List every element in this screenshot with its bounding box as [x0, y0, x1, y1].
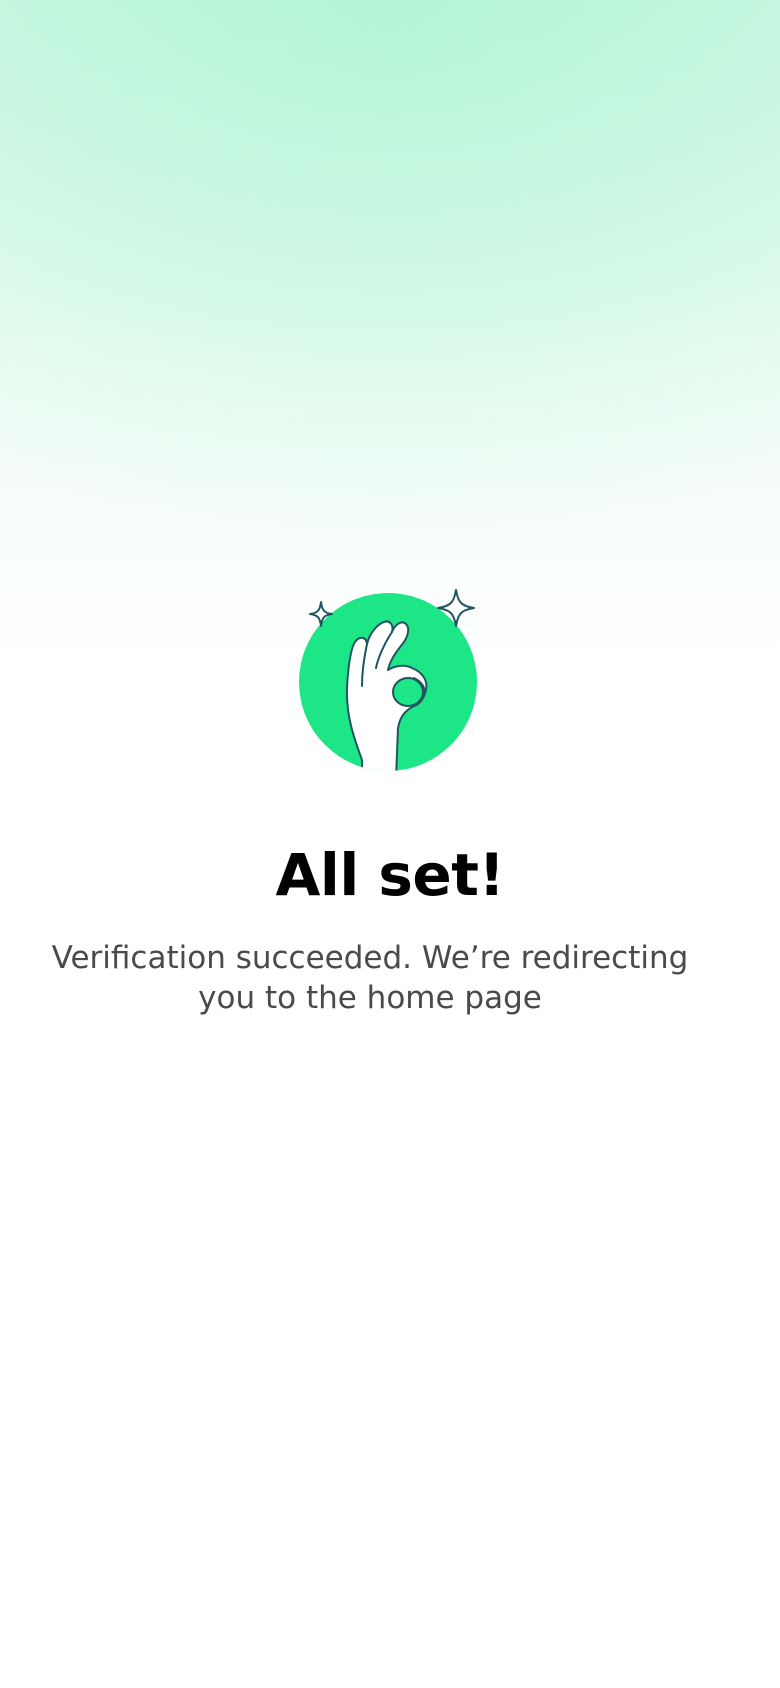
verification-success-screen: All set! Verification succeeded. We’re r… — [0, 0, 780, 1688]
ok-hand-sparkles-icon — [296, 588, 486, 778]
status-message: Verification succeeded. We’re redirectin… — [51, 940, 689, 1016]
page-title: All set! — [275, 841, 505, 909]
